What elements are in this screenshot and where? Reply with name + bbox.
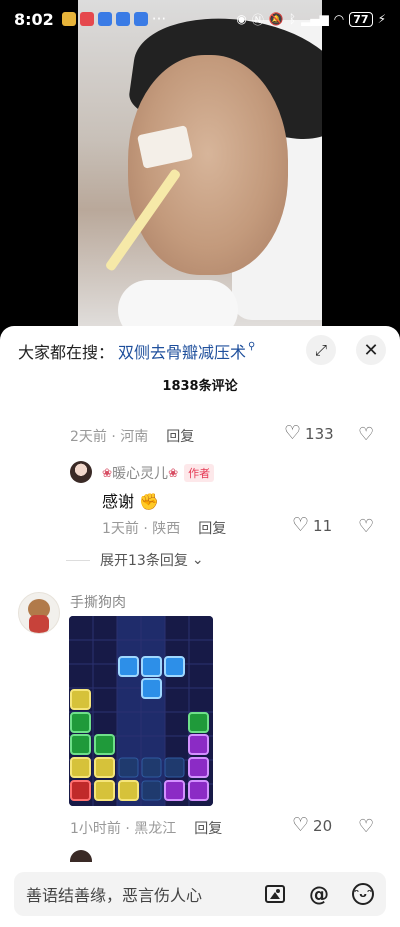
mute-icon: 🔕	[268, 12, 284, 26]
signal-icon: ▂▄▆	[301, 12, 329, 26]
nfc-icon: Ⓝ	[251, 12, 264, 27]
reply-meta: 1天前 · 陕西 回复	[102, 518, 226, 538]
fullscreen-icon[interactable]: ⤢	[306, 335, 336, 365]
app-notification-icon	[97, 12, 112, 26]
clipped-comment-text	[70, 398, 280, 412]
comment-image[interactable]	[69, 616, 213, 806]
avatar-dog-body	[29, 615, 49, 633]
emoji-icon[interactable]: ᵔᴗᵔ	[352, 883, 374, 905]
expand-replies-label: 展开13条回复	[100, 553, 188, 569]
avatar[interactable]	[70, 850, 92, 862]
like-button[interactable]: ♡ 133	[284, 424, 334, 443]
rose-icon: ❀	[168, 466, 179, 480]
comment-meta: 1小时前 · 黑龙江 回复	[70, 818, 222, 838]
status-app-icons: ···	[61, 10, 167, 28]
search-icon: ⚲	[248, 340, 256, 352]
eye-icon: ◉	[236, 12, 247, 26]
comment-input-placeholder: 善语结善缘，恶言伤人心	[26, 886, 203, 905]
author-badge: 作者	[184, 464, 215, 482]
dislike-icon[interactable]: ♡	[358, 424, 374, 445]
chevron-down-icon: ⌄	[191, 552, 204, 568]
comment-time-location: 2天前 · 河南	[70, 429, 149, 445]
avatar[interactable]	[18, 592, 60, 634]
search-prefix: 大家都在搜：	[18, 343, 115, 362]
comment-meta: 2天前 · 河南 回复	[70, 426, 194, 446]
more-dots-icon: ···	[151, 10, 167, 28]
reply-text-content: 感谢	[102, 492, 135, 511]
mention-icon[interactable]: @	[308, 882, 330, 906]
reply-text: 感谢 ✊	[102, 488, 159, 512]
comments-sheet: 大家都在搜： 双侧去骨瓣减压术 ⚲ ⤢ ✕ 1838条评论 2天前 · 河南 回…	[0, 326, 400, 927]
comment-time-location: 1小时前 · 黑龙江	[70, 821, 177, 837]
like-count: 20	[313, 816, 333, 835]
expand-replies-button[interactable]: 展开13条回复 ⌄	[66, 550, 204, 570]
app-notification-icon	[61, 12, 76, 26]
heart-icon: ♡	[284, 422, 302, 444]
comment-input[interactable]: 善语结善缘，恶言伤人心 @ ᵔᴗᵔ	[14, 872, 386, 916]
avatar[interactable]	[70, 461, 92, 483]
video-player[interactable]	[78, 0, 322, 350]
status-bar: 8:02 ··· ◉ Ⓝ 🔕 ᛒ ▂▄▆ ◠ 77 ⚡	[0, 0, 400, 38]
reply-author-name[interactable]: 暖心灵儿	[112, 463, 168, 483]
reply-author-row: ❀ 暖心灵儿 ❀ 作者	[102, 463, 215, 483]
tetris-game-graphic	[69, 616, 213, 806]
wifi-icon: ◠	[333, 12, 345, 26]
charging-icon: ⚡	[377, 12, 386, 26]
app-notification-icon	[133, 12, 148, 26]
search-term-link[interactable]: 双侧去骨瓣减压术	[118, 339, 246, 363]
heart-icon: ♡	[292, 814, 310, 836]
comment-count: 1838条评论	[162, 379, 238, 394]
comment-author-name[interactable]: 手撕狗肉	[70, 592, 126, 612]
status-time: 8:02	[14, 9, 54, 29]
status-indicators: ◉ Ⓝ 🔕 ᛒ ▂▄▆ ◠ 77 ⚡	[236, 11, 386, 28]
clap-emoji-icon: ✊	[139, 492, 160, 511]
image-icon[interactable]	[264, 883, 286, 905]
bluetooth-icon: ᛒ	[288, 12, 297, 26]
heart-icon: ♡	[292, 514, 310, 536]
battery-icon: 77	[349, 11, 373, 27]
app-notification-icon	[79, 12, 94, 26]
close-icon[interactable]: ✕	[356, 335, 386, 365]
dislike-icon[interactable]: ♡	[358, 816, 374, 837]
reply-button[interactable]: 回复	[194, 818, 222, 838]
app-notification-icon	[115, 12, 130, 26]
reply-button[interactable]: 回复	[198, 518, 226, 538]
reply-time-location: 1天前 · 陕西	[102, 521, 181, 537]
divider	[66, 559, 90, 561]
reply-button[interactable]: 回复	[166, 426, 194, 446]
rose-icon: ❀	[102, 466, 113, 480]
like-count: 11	[313, 516, 333, 535]
dislike-icon[interactable]: ♡	[358, 516, 374, 537]
like-button[interactable]: ♡ 11	[292, 516, 332, 535]
like-count: 133	[305, 424, 334, 443]
like-button[interactable]: ♡ 20	[292, 816, 332, 835]
